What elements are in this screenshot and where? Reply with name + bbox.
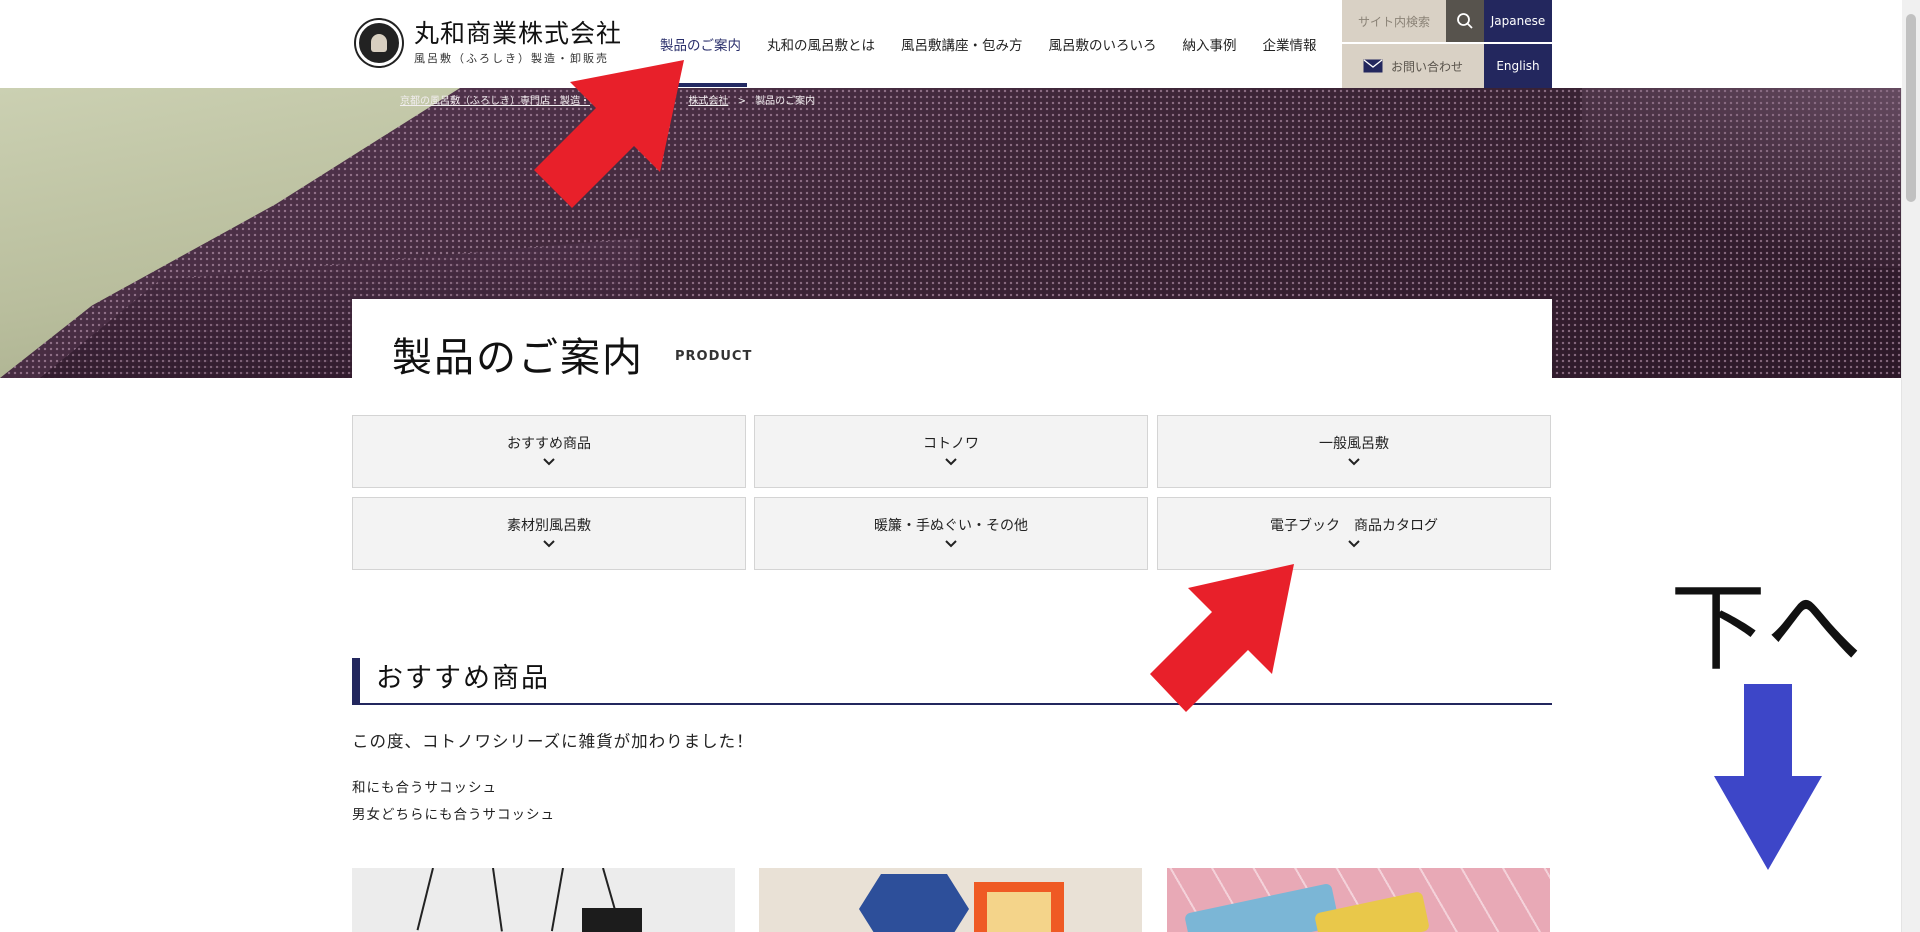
product-image-hexagon-boxes[interactable] bbox=[759, 868, 1142, 932]
nav-item-products[interactable]: 製品のご案内 bbox=[654, 34, 747, 87]
search-button[interactable] bbox=[1446, 0, 1484, 42]
product-image-sacoche-black[interactable] bbox=[352, 868, 735, 932]
category-label: コトノワ bbox=[923, 436, 979, 452]
category-label: 電子ブック 商品カタログ bbox=[1270, 518, 1438, 534]
annotation-down-label: 下へ bbox=[1670, 572, 1862, 684]
category-recommended[interactable]: おすすめ商品 bbox=[352, 415, 746, 488]
search-icon bbox=[1457, 13, 1473, 29]
category-label: 暖簾・手ぬぐい・その他 bbox=[874, 518, 1028, 534]
language-japanese-button[interactable]: Japanese bbox=[1484, 0, 1552, 42]
page-title: 製品のご案内 bbox=[392, 335, 644, 381]
category-kotonowa[interactable]: コトノワ bbox=[754, 415, 1148, 488]
category-ebook-catalog[interactable]: 電子ブック 商品カタログ bbox=[1157, 497, 1551, 570]
logo-emblem-icon bbox=[356, 20, 402, 66]
contact-button[interactable]: お問い合わせ bbox=[1342, 44, 1484, 88]
nav-item-furoshiki-variety[interactable]: 風呂敷のいろいろ bbox=[1049, 34, 1157, 54]
nav-item-case-studies[interactable]: 納入事例 bbox=[1183, 34, 1237, 54]
category-label: 素材別風呂敷 bbox=[507, 518, 591, 534]
scrollbar-thumb[interactable] bbox=[1906, 14, 1916, 202]
page-scrollbar[interactable] bbox=[1901, 0, 1920, 932]
section-text-line: 男女どちらにも合うサコッシュ bbox=[352, 807, 555, 823]
annotation-arrow-nav-icon bbox=[534, 60, 684, 208]
product-image-pouches-pink[interactable] bbox=[1167, 868, 1550, 932]
chevron-down-icon bbox=[1348, 540, 1360, 548]
chevron-down-icon bbox=[543, 458, 555, 466]
search-input[interactable]: サイト内検索 bbox=[1342, 0, 1446, 42]
global-nav: 製品のご案内 丸和の風呂敷とは 風呂敷講座・包み方 風呂敷のいろいろ 納入事例 … bbox=[654, 0, 1343, 88]
breadcrumb-separator: > bbox=[737, 96, 746, 107]
category-by-material[interactable]: 素材別風呂敷 bbox=[352, 497, 746, 570]
page-title-en: PRODUCT bbox=[675, 349, 753, 364]
chevron-down-icon bbox=[543, 540, 555, 548]
nav-item-wrapping-lessons[interactable]: 風呂敷講座・包み方 bbox=[901, 34, 1023, 54]
section-title: おすすめ商品 bbox=[376, 663, 550, 694]
breadcrumb-company-link[interactable]: 株式会社 bbox=[688, 96, 728, 107]
category-noren-tenugui[interactable]: 暖簾・手ぬぐい・その他 bbox=[754, 497, 1148, 570]
language-english-button[interactable]: English bbox=[1484, 44, 1552, 88]
chevron-down-icon bbox=[945, 458, 957, 466]
chevron-down-icon bbox=[1348, 458, 1360, 466]
mail-icon bbox=[1363, 59, 1383, 73]
header-utility: サイト内検索 Japanese お問い合わせ English bbox=[1342, 0, 1552, 88]
section-lead: この度、コトノワシリーズに雑貨が加わりました！ bbox=[352, 732, 754, 751]
logo-title: 丸和商業株式会社 bbox=[414, 19, 623, 48]
category-general-furoshiki[interactable]: 一般風呂敷 bbox=[1157, 415, 1551, 488]
breadcrumb-current: 製品のご案内 bbox=[755, 96, 816, 107]
page-title-card: 製品のご案内 PRODUCT bbox=[352, 299, 1552, 381]
contact-label: お問い合わせ bbox=[1390, 59, 1463, 74]
category-label: 一般風呂敷 bbox=[1319, 436, 1389, 452]
category-label: おすすめ商品 bbox=[507, 436, 591, 452]
annotation-arrow-down-icon bbox=[1714, 684, 1822, 870]
annotation-arrow-catalog-icon bbox=[1150, 564, 1294, 712]
section-accent-bar bbox=[352, 658, 360, 704]
section-text-line: 和にも合うサコッシュ bbox=[352, 780, 497, 796]
site-header: 丸和商業株式会社 風呂敷（ふろしき）製造・卸販売 製品のご案内 丸和の風呂敷とは… bbox=[0, 0, 1902, 88]
nav-item-about-furoshiki[interactable]: 丸和の風呂敷とは bbox=[767, 34, 875, 54]
nav-item-company[interactable]: 企業情報 bbox=[1263, 34, 1317, 54]
chevron-down-icon bbox=[945, 540, 957, 548]
hero-highlight bbox=[1582, 88, 1902, 268]
section-divider bbox=[352, 703, 1552, 705]
